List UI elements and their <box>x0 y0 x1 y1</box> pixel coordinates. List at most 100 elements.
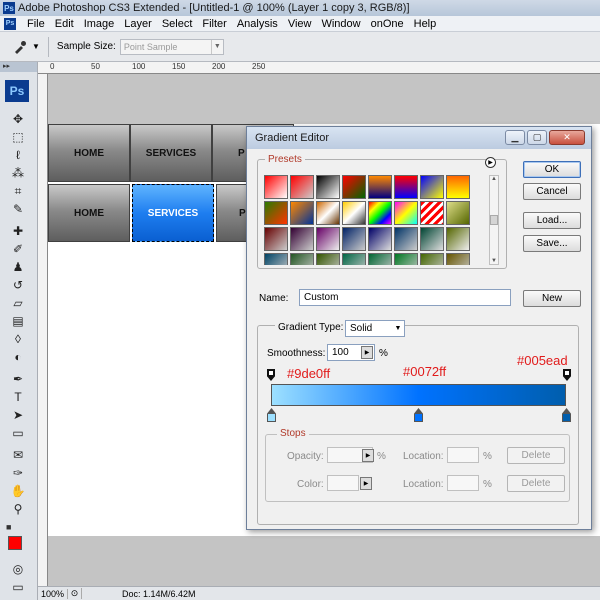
preset-swatch[interactable] <box>420 175 444 199</box>
preset-swatch[interactable] <box>290 227 314 251</box>
menu-analysis[interactable]: Analysis <box>232 18 283 30</box>
dialog-titlebar[interactable]: Gradient Editor ▁ ▢ ✕ <box>247 127 591 149</box>
presets-menu-icon[interactable]: ▶ <box>485 157 496 168</box>
marquee-tool-icon[interactable]: ⬚ <box>8 128 28 146</box>
scroll-up-icon[interactable]: ▲ <box>491 176 497 182</box>
nav-button-services-active[interactable]: SERVICES <box>132 184 214 242</box>
lasso-tool-icon[interactable]: ℓ <box>8 146 28 164</box>
color-swatch-input[interactable] <box>327 475 359 491</box>
sample-size-select[interactable]: Point Sample ▼ <box>119 38 224 55</box>
color-location-input[interactable] <box>447 475 479 491</box>
preset-swatch[interactable] <box>446 227 470 251</box>
smoothness-slider-icon[interactable]: ▶ <box>361 346 373 359</box>
scroll-down-icon[interactable]: ▼ <box>491 258 497 264</box>
preset-swatch[interactable] <box>264 227 288 251</box>
gradient-type-select[interactable]: Solid ▼ <box>345 320 405 337</box>
gradient-preview-bar[interactable] <box>271 384 566 406</box>
dodge-tool-icon[interactable]: ◐ <box>8 348 28 366</box>
photoshop-menu-icon[interactable]: Ps <box>4 17 16 30</box>
type-tool-icon[interactable]: T <box>8 388 28 406</box>
screen-mode-icon[interactable]: ▭ <box>8 578 28 596</box>
preset-swatch[interactable] <box>342 253 366 265</box>
brush-tool-icon[interactable]: ✐ <box>8 240 28 258</box>
preset-swatch[interactable] <box>290 201 314 225</box>
ok-button[interactable]: OK <box>523 161 581 178</box>
menu-edit[interactable]: Edit <box>50 18 79 30</box>
gradient-tool-icon[interactable]: ▤ <box>8 312 28 330</box>
preset-swatch[interactable] <box>446 201 470 225</box>
opacity-slider-icon[interactable]: ▶ <box>362 449 374 462</box>
clone-stamp-tool-icon[interactable]: ♟ <box>8 258 28 276</box>
pen-tool-icon[interactable]: ✒ <box>8 370 28 388</box>
smoothness-input[interactable]: 100 ▶ <box>327 344 375 361</box>
tool-preset-dropdown-icon[interactable]: ▼ <box>32 42 40 51</box>
quick-mask-icon[interactable]: ◎ <box>8 560 28 578</box>
panel-grip[interactable]: ▸▸ <box>0 62 37 72</box>
notes-tool-icon[interactable]: ✉ <box>8 446 28 464</box>
menu-onone[interactable]: onOne <box>366 18 409 30</box>
eyedropper-tool-icon[interactable] <box>10 37 30 57</box>
preset-swatch[interactable] <box>368 175 392 199</box>
maximize-icon[interactable]: ▢ <box>527 130 547 145</box>
load-button[interactable]: Load... <box>523 212 581 229</box>
color-menu-icon[interactable]: ▶ <box>360 477 372 490</box>
crop-tool-icon[interactable]: ⌗ <box>8 182 28 200</box>
preset-swatch[interactable] <box>394 175 418 199</box>
preset-swatch[interactable] <box>290 253 314 265</box>
preset-swatch[interactable] <box>368 227 392 251</box>
zoom-tool-icon[interactable]: ⚲ <box>8 500 28 518</box>
menu-help[interactable]: Help <box>409 18 442 30</box>
delete-color-stop-button[interactable]: Delete <box>507 475 565 492</box>
blur-tool-icon[interactable]: ◊ <box>8 330 28 348</box>
preset-swatch[interactable] <box>446 253 470 265</box>
opacity-location-input[interactable] <box>447 447 479 463</box>
eyedropper-icon[interactable]: ✑ <box>8 464 28 482</box>
magic-wand-tool-icon[interactable]: ⁂ <box>8 164 28 182</box>
preset-swatch[interactable] <box>368 201 392 225</box>
scroll-thumb[interactable] <box>490 215 498 225</box>
menu-filter[interactable]: Filter <box>197 18 231 30</box>
foreground-color-swatch[interactable] <box>8 536 22 550</box>
preset-swatch[interactable] <box>316 253 340 265</box>
menu-select[interactable]: Select <box>157 18 198 30</box>
preset-swatch[interactable] <box>264 201 288 225</box>
cancel-button[interactable]: Cancel <box>523 183 581 200</box>
zoom-level[interactable]: 100% <box>38 588 68 599</box>
photoshop-logo[interactable]: Ps <box>5 80 29 102</box>
menu-file[interactable]: File <box>22 18 50 30</box>
preset-swatch[interactable] <box>342 175 366 199</box>
preset-swatch[interactable] <box>264 253 288 265</box>
delete-opacity-stop-button[interactable]: Delete <box>507 447 565 464</box>
preset-swatch[interactable] <box>420 253 444 265</box>
preset-swatch[interactable] <box>316 175 340 199</box>
slice-tool-icon[interactable]: ✎ <box>8 200 28 218</box>
preset-swatch[interactable] <box>342 227 366 251</box>
preset-swatch[interactable] <box>342 201 366 225</box>
preset-swatch[interactable] <box>394 227 418 251</box>
preset-swatch[interactable] <box>394 253 418 265</box>
shape-tool-icon[interactable]: ▭ <box>8 424 28 442</box>
menu-layer[interactable]: Layer <box>119 18 157 30</box>
preset-swatch[interactable] <box>394 201 418 225</box>
presets-scrollbar[interactable]: ▲ ▼ <box>489 175 499 265</box>
new-button[interactable]: New <box>523 290 581 307</box>
menu-window[interactable]: Window <box>316 18 365 30</box>
hand-tool-icon[interactable]: ✋ <box>8 482 28 500</box>
preset-swatch[interactable] <box>420 201 444 225</box>
menu-view[interactable]: View <box>283 18 317 30</box>
path-selection-tool-icon[interactable]: ➤ <box>8 406 28 424</box>
preset-swatch[interactable] <box>264 175 288 199</box>
preset-swatch[interactable] <box>446 175 470 199</box>
history-brush-tool-icon[interactable]: ↺ <box>8 276 28 294</box>
preset-swatch[interactable] <box>368 253 392 265</box>
preset-swatch[interactable] <box>316 227 340 251</box>
status-info-icon[interactable]: ⊙ <box>68 588 82 599</box>
save-button[interactable]: Save... <box>523 235 581 252</box>
minimize-icon[interactable]: ▁ <box>505 130 525 145</box>
menu-image[interactable]: Image <box>79 18 120 30</box>
name-input[interactable]: Custom <box>299 289 511 306</box>
preset-swatch[interactable] <box>290 175 314 199</box>
healing-brush-tool-icon[interactable]: ✚ <box>8 222 28 240</box>
preset-swatch[interactable] <box>316 201 340 225</box>
eraser-tool-icon[interactable]: ▱ <box>8 294 28 312</box>
